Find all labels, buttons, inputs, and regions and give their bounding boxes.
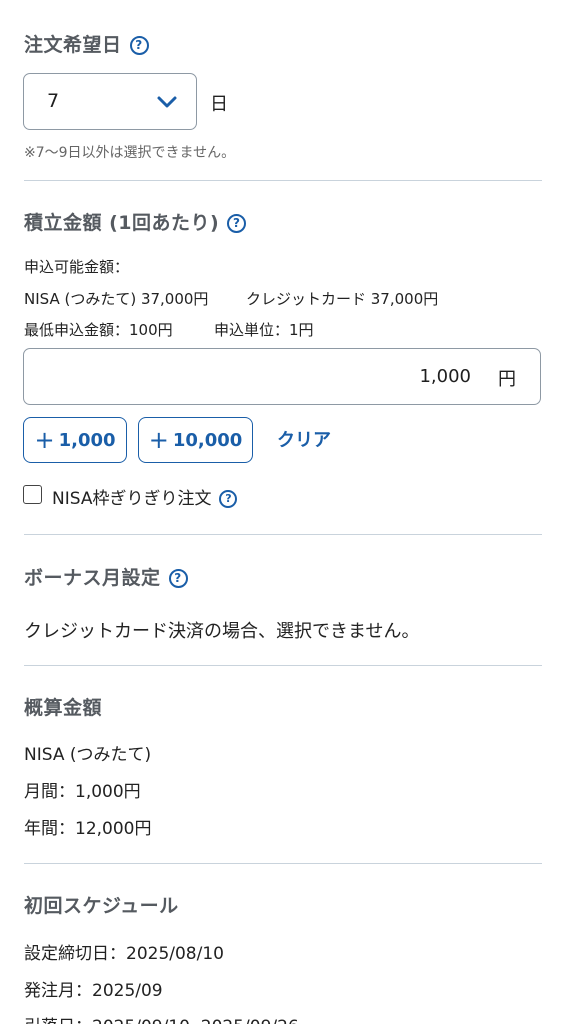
chevron-down-icon (157, 96, 177, 108)
divider (24, 863, 542, 864)
order-day-note: ※7〜9日以外は選択できません。 (24, 145, 236, 161)
amount-input-value: 1,000 (419, 366, 471, 387)
min-amount: 最低申込金額：100円 (24, 321, 173, 339)
divider (24, 665, 542, 666)
nisa-limit-checkbox[interactable] (23, 485, 42, 504)
order-day-value: 7 (47, 90, 60, 112)
estimate-title: 概算金額 (24, 697, 103, 719)
order-day-unit: 日 (210, 94, 228, 115)
divider (24, 534, 542, 535)
plus-icon: + (148, 426, 169, 454)
unit-amount: 申込単位：1円 (214, 321, 314, 339)
nisa-limit-help-icon[interactable]: ? (219, 490, 238, 508)
estimate-account: NISA (つみたて) (24, 745, 152, 765)
amount-input-unit: 円 (498, 369, 516, 390)
bonus-help-icon[interactable]: ? (168, 569, 188, 588)
amount-title-text: 積立金額 (1回あたり) (24, 212, 220, 234)
estimate-monthly: 月間：1,000円 (24, 782, 141, 802)
order-day-select[interactable]: 7 (23, 73, 197, 130)
schedule-title: 初回スケジュール (24, 895, 179, 917)
nisa-limit-label[interactable]: NISA枠ぎりぎり注文? (52, 484, 238, 509)
nisa-limit-label-text: NISA枠ぎりぎり注文 (52, 489, 212, 509)
plus-icon: + (34, 426, 55, 454)
divider (24, 180, 542, 181)
order-date-help-icon[interactable]: ? (129, 36, 149, 55)
amount-help-icon[interactable]: ? (227, 214, 247, 233)
order-date-title-text: 注文希望日 (24, 34, 122, 56)
card-available: クレジットカード 37,000円 (246, 290, 439, 308)
schedule-debit-date: 引落日：2025/09/10, 2025/09/26 (24, 1012, 299, 1024)
bonus-title-text: ボーナス月設定 (24, 567, 161, 589)
schedule-order-month: 発注月：2025/09 (24, 981, 163, 1001)
estimate-yearly: 年間：12,000円 (24, 819, 152, 839)
clear-button[interactable]: クリア (277, 426, 331, 452)
order-date-title: 注文希望日? (24, 30, 149, 57)
schedule-deadline: 設定締切日：2025/08/10 (24, 944, 224, 964)
nisa-available: NISA (つみたて) 37,000円 (24, 290, 209, 308)
add-10000-label: 10,000 (172, 429, 243, 451)
bonus-title: ボーナス月設定? (24, 563, 188, 590)
amount-input[interactable]: 1,000 円 (23, 348, 541, 405)
add-1000-label: 1,000 (58, 429, 116, 451)
amount-title: 積立金額 (1回あたり)? (24, 208, 247, 235)
bonus-message: クレジットカード決済の場合、選択できません。 (24, 621, 420, 642)
add-1000-button[interactable]: +1,000 (23, 417, 127, 463)
add-10000-button[interactable]: +10,000 (138, 417, 253, 463)
available-label: 申込可能金額： (24, 258, 130, 276)
